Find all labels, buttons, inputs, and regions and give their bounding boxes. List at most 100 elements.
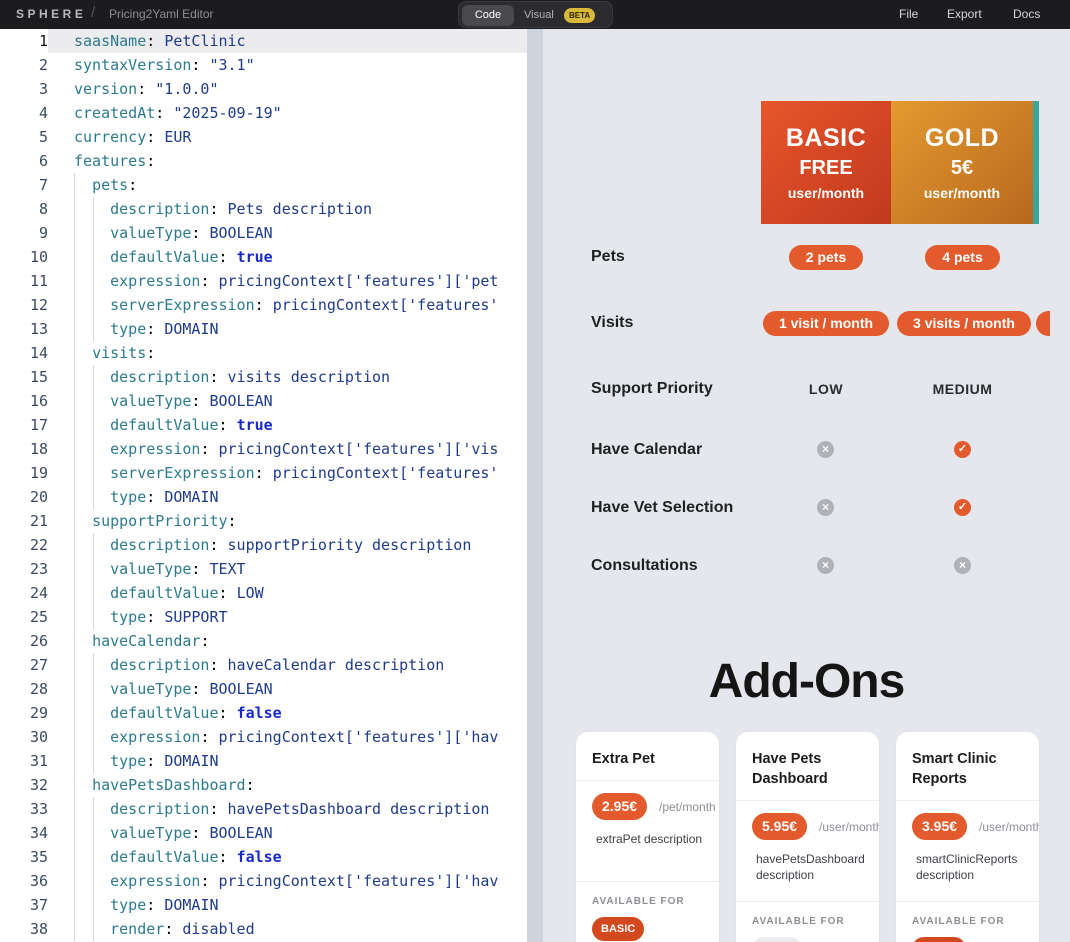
code-line[interactable]: 20 type: DOMAIN (0, 485, 527, 509)
code-line[interactable]: 24 defaultValue: LOW (0, 581, 527, 605)
line-number: 22 (29, 536, 48, 554)
code-text[interactable]: render: disabled (74, 917, 527, 941)
code-text[interactable]: serverExpression: pricingContext['featur… (74, 293, 527, 317)
addon-description: havePetsDashboard description (756, 852, 865, 882)
file-menu[interactable]: File (899, 7, 918, 21)
code-text[interactable]: haveCalendar: (74, 629, 527, 653)
code-text[interactable]: type: DOMAIN (74, 317, 527, 341)
plan-header-gold: GOLD 5€ user/month (891, 101, 1033, 224)
code-line[interactable]: 38 render: disabled (0, 917, 527, 941)
code-text[interactable]: valueType: BOOLEAN (74, 677, 527, 701)
code-text[interactable]: valueType: TEXT (74, 557, 527, 581)
code-text[interactable]: expression: pricingContext['features']['… (74, 269, 527, 293)
code-text[interactable]: features: (74, 149, 527, 173)
code-line[interactable]: 28 valueType: BOOLEAN (0, 677, 527, 701)
code-line[interactable]: 1 saasName: PetClinic (0, 29, 527, 53)
panel-splitter[interactable] (527, 29, 543, 942)
code-text[interactable]: type: DOMAIN (74, 485, 527, 509)
code-line[interactable]: 30 expression: pricingContext['features'… (0, 725, 527, 749)
code-text[interactable]: description: haveCalendar description (74, 653, 527, 677)
code-line[interactable]: 21 supportPriority: (0, 509, 527, 533)
addon-card-have-pets-dashboard[interactable]: Have Pets Dashboard 5.95€ /user/month ha… (736, 732, 879, 942)
code-line[interactable]: 2 syntaxVersion: "3.1" (0, 53, 527, 77)
code-line[interactable]: 10 defaultValue: true (0, 245, 527, 269)
indent-guide (74, 845, 75, 869)
code-line[interactable]: 23 valueType: TEXT (0, 557, 527, 581)
code-text[interactable]: defaultValue: true (74, 413, 527, 437)
code-line[interactable]: 11 expression: pricingContext['features'… (0, 269, 527, 293)
export-menu[interactable]: Export (947, 7, 982, 21)
code-line[interactable]: 18 expression: pricingContext['features'… (0, 437, 527, 461)
code-text[interactable]: valueType: BOOLEAN (74, 821, 527, 845)
addon-price: 5.95€ (752, 813, 808, 840)
code-text[interactable]: defaultValue: true (74, 245, 527, 269)
code-line[interactable]: 7 pets: (0, 173, 527, 197)
code-text[interactable]: saasName: PetClinic (74, 29, 527, 53)
code-text[interactable]: expression: pricingContext['features']['… (74, 725, 527, 749)
code-text[interactable]: defaultValue: false (74, 701, 527, 725)
code-text[interactable]: visits: (74, 341, 527, 365)
code-line[interactable]: 9 valueType: BOOLEAN (0, 221, 527, 245)
code-line[interactable]: 32 havePetsDashboard: (0, 773, 527, 797)
code-line[interactable]: 27 description: haveCalendar description (0, 653, 527, 677)
code-line[interactable]: 29 defaultValue: false (0, 701, 527, 725)
indent-guide (74, 749, 75, 773)
code-text[interactable]: description: Pets description (74, 197, 527, 221)
code-text[interactable]: type: SUPPORT (74, 605, 527, 629)
code-text[interactable]: valueType: BOOLEAN (74, 389, 527, 413)
code-text[interactable]: description: visits description (74, 365, 527, 389)
code-line[interactable]: 17 defaultValue: true (0, 413, 527, 437)
docs-menu[interactable]: Docs (1013, 7, 1040, 21)
code-text[interactable]: description: havePetsDashboard descripti… (74, 797, 527, 821)
code-line[interactable]: 8 description: Pets description (0, 197, 527, 221)
code-text[interactable]: valueType: BOOLEAN (74, 221, 527, 245)
code-text[interactable]: pets: (74, 173, 527, 197)
code-line[interactable]: 5 currency: EUR (0, 125, 527, 149)
code-line[interactable]: 25 type: SUPPORT (0, 605, 527, 629)
addon-card-smart-clinic-reports[interactable]: Smart Clinic Reports 3.95€ /user/month s… (896, 732, 1039, 942)
visual-mode-button[interactable]: Visual (524, 5, 554, 26)
code-line[interactable]: 26 haveCalendar: (0, 629, 527, 653)
code-text[interactable]: expression: pricingContext['features']['… (74, 437, 527, 461)
code-line[interactable]: 35 defaultValue: false (0, 845, 527, 869)
code-line[interactable]: 6 features: (0, 149, 527, 173)
code-line[interactable]: 36 expression: pricingContext['features'… (0, 869, 527, 893)
code-line[interactable]: 12 serverExpression: pricingContext['fea… (0, 293, 527, 317)
yaml-code-editor[interactable]: 1 saasName: PetClinic 2 syntaxVersion: "3.1… (0, 29, 527, 942)
code-text[interactable]: createdAt: "2025-09-19" (74, 101, 527, 125)
code-line[interactable]: 15 description: visits description (0, 365, 527, 389)
code-text[interactable]: description: supportPriority description (74, 533, 527, 557)
line-number: 17 (29, 416, 48, 434)
code-text[interactable]: defaultValue: LOW (74, 581, 527, 605)
code-line[interactable]: 31 type: DOMAIN (0, 749, 527, 773)
code-line[interactable]: 37 type: DOMAIN (0, 893, 527, 917)
code-text[interactable]: currency: EUR (74, 125, 527, 149)
code-text[interactable]: type: DOMAIN (74, 749, 527, 773)
code-line[interactable]: 19 serverExpression: pricingContext['fea… (0, 461, 527, 485)
addon-price-unit: /pet/month (659, 800, 716, 814)
code-line[interactable]: 22 description: supportPriority descript… (0, 533, 527, 557)
code-line[interactable]: 16 valueType: BOOLEAN (0, 389, 527, 413)
code-line[interactable]: 33 description: havePetsDashboard descri… (0, 797, 527, 821)
indent-guide (93, 437, 95, 461)
line-number: 30 (29, 728, 48, 746)
addon-card-extra-pet[interactable]: Extra Pet 2.95€ /pet/month extraPet desc… (576, 732, 719, 942)
code-line[interactable]: 4 createdAt: "2025-09-19" (0, 101, 527, 125)
code-line[interactable]: 3 version: "1.0.0" (0, 77, 527, 101)
code-text[interactable]: supportPriority: (74, 509, 527, 533)
line-number: 31 (29, 752, 48, 770)
code-line[interactable]: 13 type: DOMAIN (0, 317, 527, 341)
code-text[interactable]: defaultValue: false (74, 845, 527, 869)
feature-value-text: LOW (808, 381, 844, 397)
code-text[interactable]: expression: pricingContext['features']['… (74, 869, 527, 893)
code-mode-button[interactable]: Code (462, 5, 514, 26)
code-line[interactable]: 34 valueType: BOOLEAN (0, 821, 527, 845)
brand-logo[interactable]: SPHERE (16, 7, 86, 21)
code-text[interactable]: havePetsDashboard: (74, 773, 527, 797)
code-text[interactable]: version: "1.0.0" (74, 77, 527, 101)
code-line[interactable]: 14 visits: (0, 341, 527, 365)
code-text[interactable]: type: DOMAIN (74, 893, 527, 917)
code-text[interactable]: syntaxVersion: "3.1" (74, 53, 527, 77)
check-icon: ✓ (954, 441, 971, 458)
code-text[interactable]: serverExpression: pricingContext['featur… (74, 461, 527, 485)
